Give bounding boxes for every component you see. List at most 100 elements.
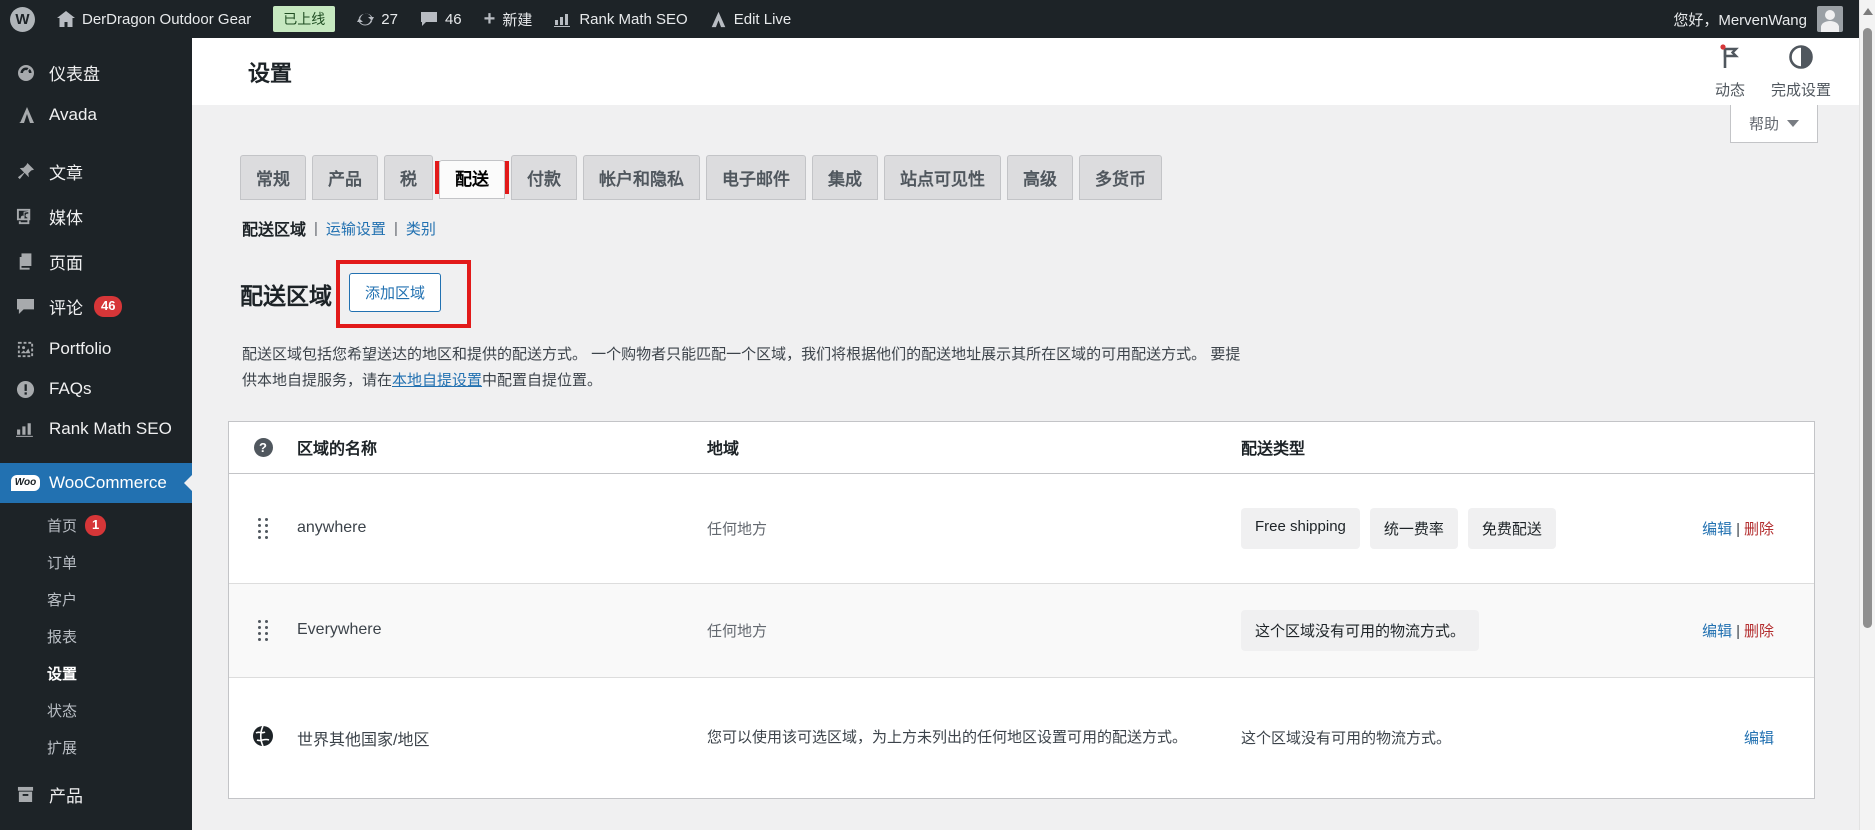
edit-zone-link[interactable]: 编辑 — [1702, 521, 1732, 538]
page-header: 设置 动态 完成设置 — [192, 38, 1875, 105]
tab-advanced[interactable]: 高级 — [1007, 155, 1073, 200]
avada-icon — [710, 11, 727, 28]
sidebar-item-posts[interactable]: 文章 — [0, 149, 192, 194]
sidebar-item-products[interactable]: 产品 — [0, 772, 192, 817]
column-header-zone-name: 区域的名称 — [297, 441, 378, 458]
update-icon — [357, 11, 375, 28]
finish-setup-button[interactable]: 完成设置 — [1771, 44, 1831, 100]
page-scrollbar[interactable] — [1859, 0, 1875, 830]
sidebar-item-label: 文章 — [49, 164, 83, 183]
submenu-item-extensions[interactable]: 扩展 — [0, 729, 192, 766]
method-badge: Free shipping — [1241, 507, 1360, 549]
method-badge: 免费配送 — [1467, 507, 1556, 549]
zone-region: 任何地方 — [707, 520, 768, 538]
new-content-menu[interactable]: + 新建 — [484, 9, 533, 30]
zone-region: 您可以使用该可选区域，为上方未列出的任何地区设置可用的配送方式。 — [707, 728, 1188, 746]
tab-general[interactable]: 常规 — [240, 155, 306, 200]
tab-site-visibility[interactable]: 站点可见性 — [884, 155, 1001, 200]
dashboard-icon — [13, 63, 38, 83]
rank-math-menu[interactable]: Rank Math SEO — [554, 10, 688, 28]
subnav-current-shipping-zones: 配送区域 — [242, 222, 307, 239]
sidebar-item-comments[interactable]: 评论 46 — [0, 284, 192, 329]
sidebar-item-payments[interactable]: $ 付款 — [0, 817, 192, 830]
products-icon — [13, 786, 38, 803]
zone-name: 世界其他国家/地区 — [297, 731, 430, 749]
delete-zone-link[interactable]: 删除 — [1744, 521, 1774, 538]
sidebar-item-label: 产品 — [49, 787, 83, 806]
activity-button[interactable]: 动态 — [1715, 43, 1745, 100]
tab-multi-currency[interactable]: 多货币 — [1079, 155, 1162, 200]
updates-menu[interactable]: 27 — [357, 11, 398, 28]
help-dropdown[interactable]: 帮助 — [1729, 105, 1818, 143]
sidebar-item-label: 评论 — [49, 299, 83, 318]
page-title: 设置 — [248, 60, 293, 86]
comment-icon — [13, 298, 38, 315]
zone-name: Everywhere — [297, 621, 382, 638]
home-icon — [57, 11, 75, 27]
table-row-rest-of-world: 世界其他国家/地区 您可以使用该可选区域，为上方未列出的任何地区设置可用的配送方… — [229, 678, 1814, 798]
account-menu[interactable]: 您好，MervenWang — [1673, 6, 1843, 32]
tab-products[interactable]: 产品 — [312, 155, 378, 200]
rank-math-label: Rank Math SEO — [579, 10, 688, 28]
submenu-item-customers[interactable]: 客户 — [0, 581, 192, 618]
sidebar-item-woocommerce[interactable]: Woo WooCommerce — [0, 463, 192, 503]
greeting-text: 您好，MervenWang — [1673, 11, 1807, 29]
tab-integration[interactable]: 集成 — [812, 155, 878, 200]
site-menu[interactable]: DerDragon Outdoor Gear — [57, 11, 251, 28]
new-label: 新建 — [502, 11, 533, 29]
sidebar-item-media[interactable]: 媒体 — [0, 194, 192, 239]
sidebar-item-portfolio[interactable]: Portfolio — [0, 329, 192, 369]
subnav-link-shipping-settings[interactable]: 运输设置 — [326, 218, 386, 239]
woocommerce-icon: Woo — [10, 475, 41, 491]
sidebar-item-label: Avada — [49, 105, 97, 124]
table-row-everywhere: Everywhere 任何地方 这个区域没有可用的物流方式。 编辑 | 删除 — [229, 583, 1814, 678]
live-status-badge: 已上线 — [273, 6, 336, 32]
sidebar-item-dashboard[interactable]: 仪表盘 — [0, 50, 192, 95]
submenu-label: 首页 — [47, 518, 78, 535]
subnav-link-classes[interactable]: 类别 — [406, 218, 436, 239]
comments-menu[interactable]: 46 — [420, 11, 462, 28]
submenu-item-status[interactable]: 状态 — [0, 692, 192, 729]
tab-accounts-privacy[interactable]: 帐户和隐私 — [583, 155, 700, 200]
wordpress-logo-icon[interactable]: W — [10, 6, 35, 32]
tab-tax[interactable]: 税 — [384, 155, 433, 200]
table-header-row: ? 区域的名称 地域 配送类型 — [229, 422, 1814, 474]
tab-shipping[interactable]: 配送 — [439, 160, 505, 199]
submenu-item-orders[interactable]: 订单 — [0, 544, 192, 581]
local-pickup-settings-link[interactable]: 本地自提设置 — [392, 372, 482, 389]
sidebar-item-label: 仪表盘 — [49, 65, 100, 84]
delete-zone-link[interactable]: 删除 — [1744, 623, 1774, 640]
method-badge: 这个区域没有可用的物流方式。 — [1241, 609, 1480, 651]
drag-handle-icon[interactable] — [257, 619, 269, 641]
add-zone-button[interactable]: 添加区域 — [349, 273, 442, 312]
tab-emails[interactable]: 电子邮件 — [706, 155, 806, 200]
edit-zone-link[interactable]: 编辑 — [1744, 730, 1774, 747]
sidebar-item-rank-math[interactable]: Rank Math SEO — [0, 409, 192, 449]
shipping-zones-table: ? 区域的名称 地域 配送类型 anywhere 任何地方 Free shipp… — [228, 420, 1815, 799]
comment-bubble-icon — [420, 11, 438, 27]
scrollbar-thumb[interactable] — [1863, 28, 1872, 628]
sidebar-item-label: 媒体 — [49, 209, 83, 228]
edit-live-menu[interactable]: Edit Live — [710, 11, 791, 28]
submenu-item-home[interactable]: 首页 1 — [0, 507, 192, 544]
woocommerce-submenu: 首页 1 订单 客户 报表 设置 状态 扩展 — [0, 503, 192, 772]
sidebar-item-label: Portfolio — [49, 339, 112, 358]
edit-zone-link[interactable]: 编辑 — [1702, 623, 1732, 640]
scrollbar-up-arrow[interactable] — [1862, 8, 1873, 15]
drag-handle-icon[interactable] — [257, 517, 269, 539]
plus-icon: + — [483, 8, 496, 30]
sidebar-item-pages[interactable]: 页面 — [0, 239, 192, 284]
sidebar-item-avada[interactable]: Avada — [0, 95, 192, 135]
submenu-label: 报表 — [47, 629, 78, 646]
avatar — [1817, 6, 1843, 32]
submenu-item-reports[interactable]: 报表 — [0, 618, 192, 655]
submenu-item-settings[interactable]: 设置 — [0, 655, 192, 692]
submenu-label: 订单 — [47, 555, 78, 572]
admin-sidebar: 仪表盘 Avada 文章 媒体 页面 评论 46 Portfolio FAQs … — [0, 38, 192, 830]
column-header-methods: 配送类型 — [1241, 441, 1306, 458]
table-help-icon[interactable]: ? — [253, 437, 273, 457]
annotation-box-add-zone: 添加区域 — [336, 260, 472, 328]
sidebar-item-label: Rank Math SEO — [49, 419, 172, 438]
sidebar-item-faqs[interactable]: FAQs — [0, 369, 192, 409]
tab-payments[interactable]: 付款 — [511, 155, 577, 200]
